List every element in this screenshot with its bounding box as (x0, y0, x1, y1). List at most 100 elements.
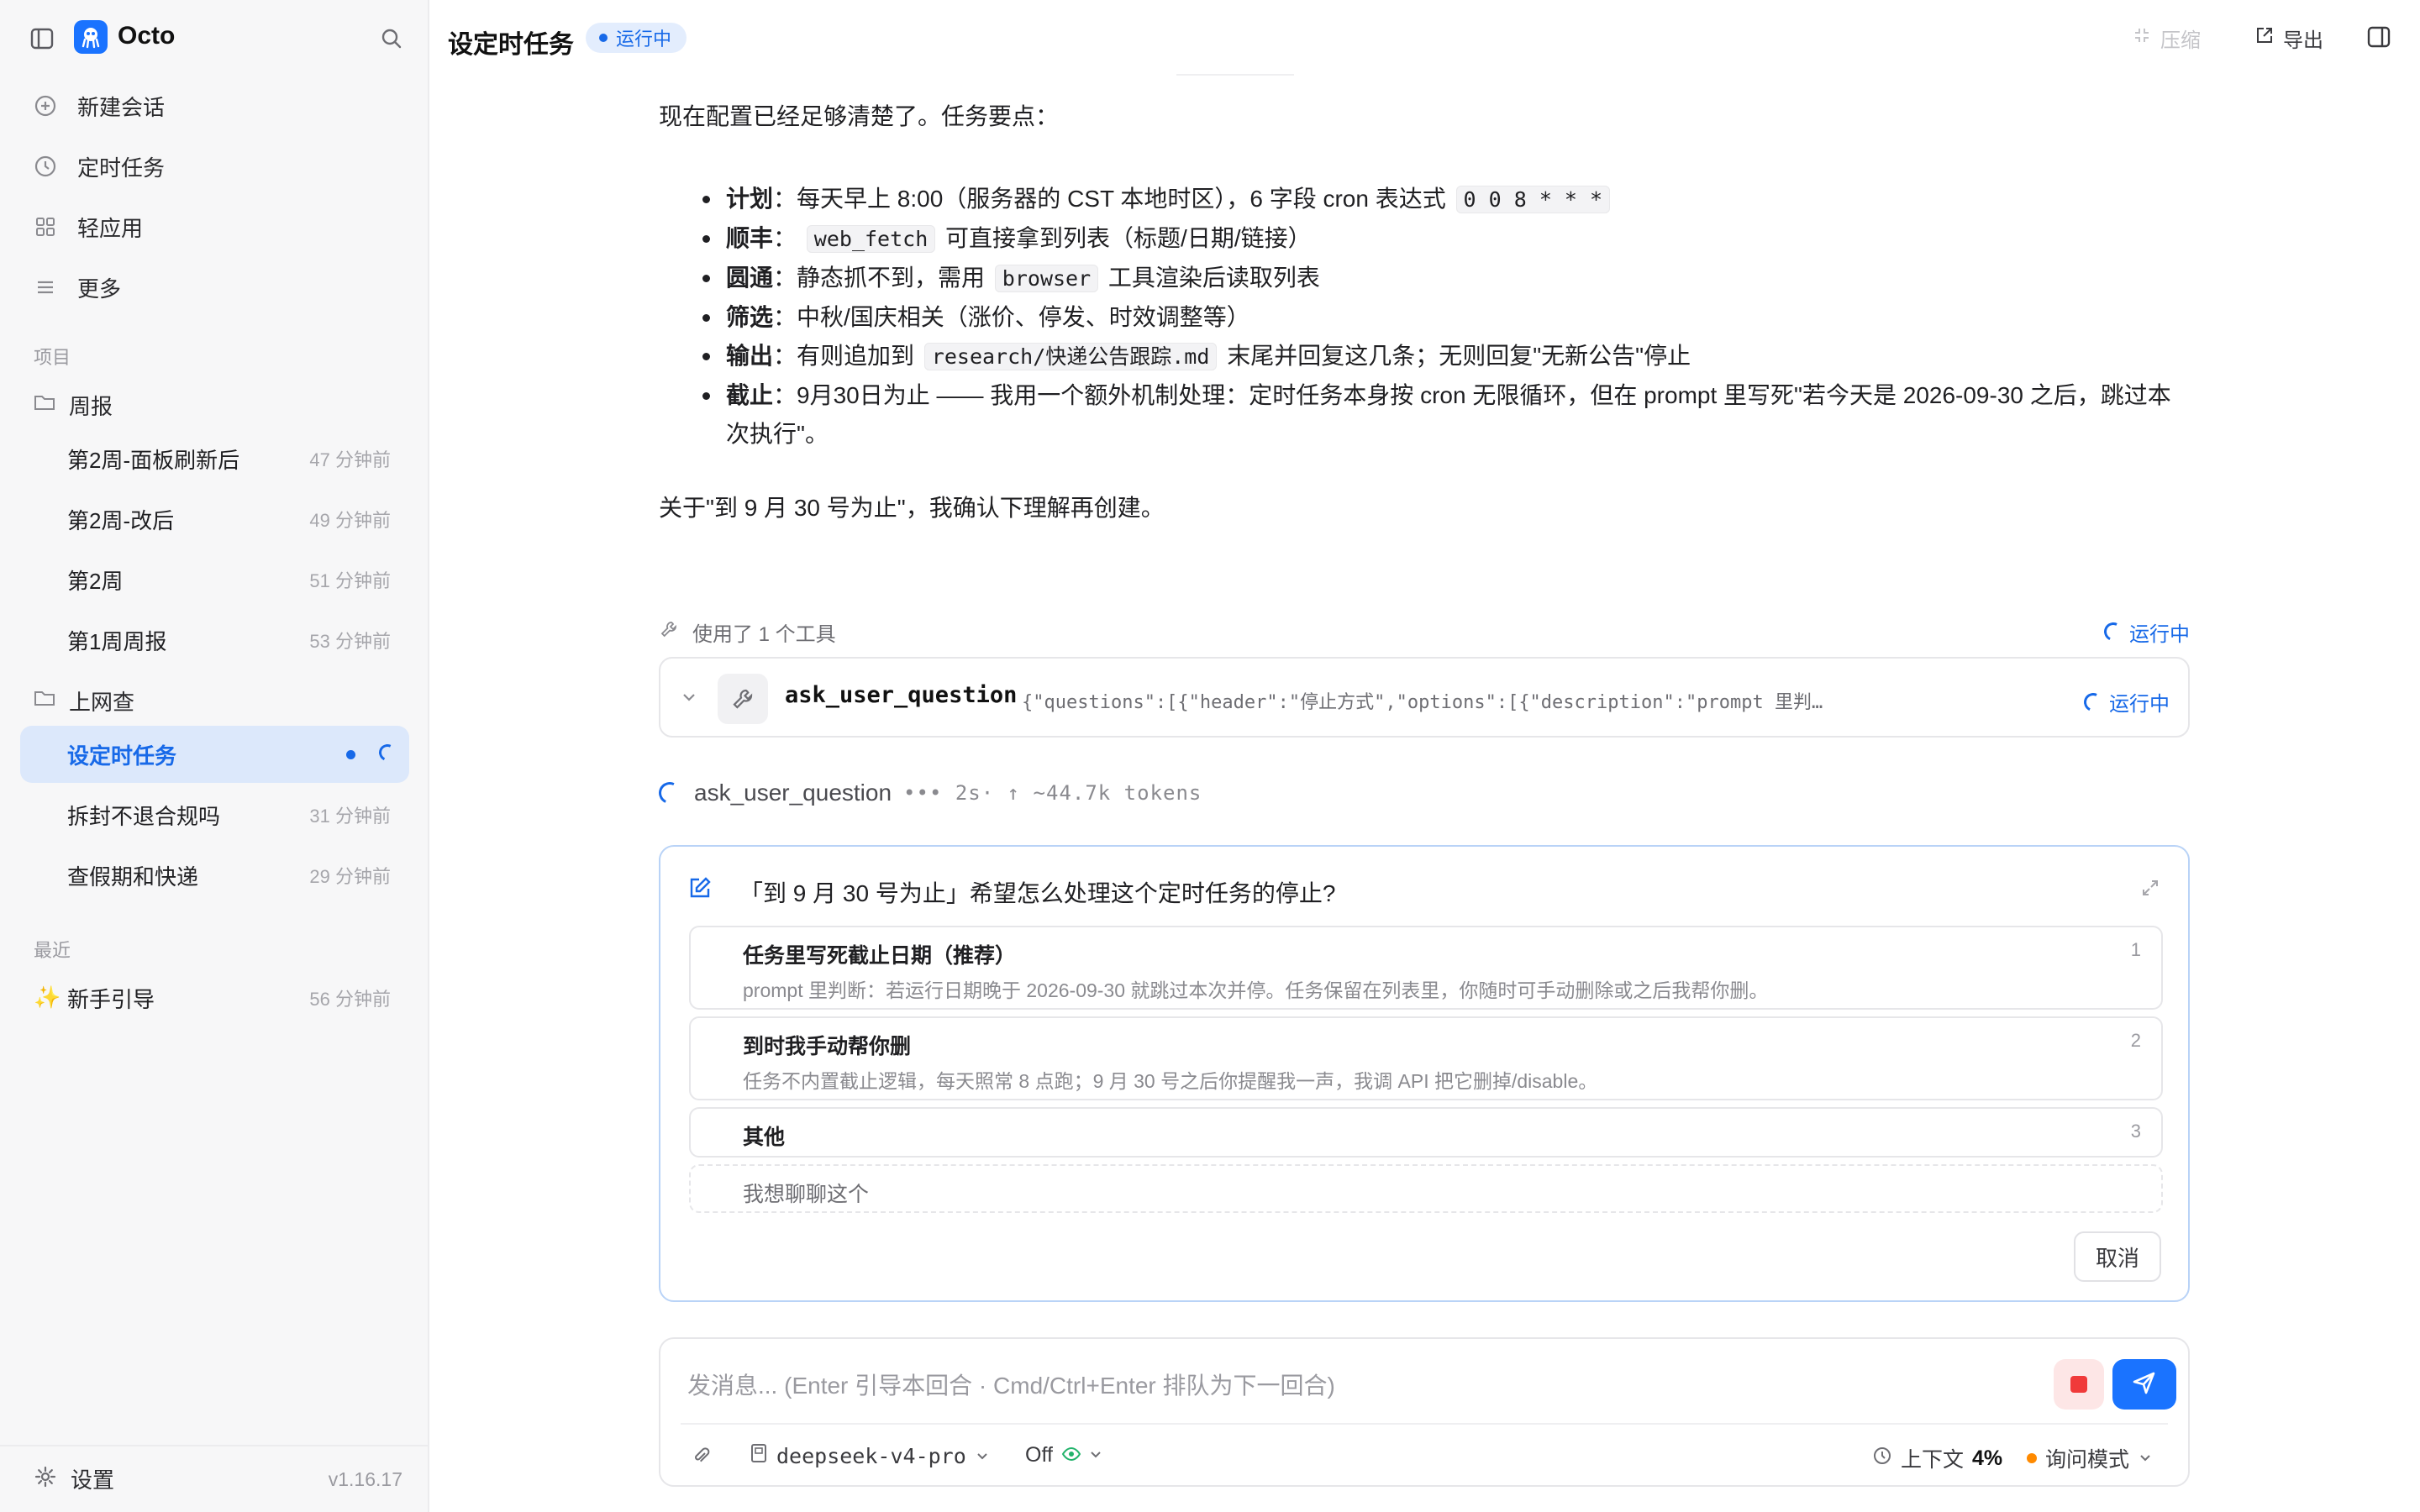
option-label: 其他 (743, 1126, 786, 1149)
option-label: 我想聊聊这个 (743, 1183, 870, 1206)
progress-tool-name: ask_user_question (694, 780, 892, 806)
bullet-text: ：9月30日为止 —— 我用一个额外机制处理：定时任务本身按 cron 无限循环… (773, 382, 2171, 408)
inline-code: 0 0 8 * * * (1455, 186, 1611, 213)
conversation-item[interactable]: ✨ 新手引导 56 分钟前 (20, 969, 409, 1026)
settings-button[interactable]: 设置 (34, 1463, 114, 1494)
nav-more[interactable]: 更多 (20, 260, 409, 314)
paperclip-icon (691, 1446, 711, 1473)
cancel-button[interactable]: 取消 (2074, 1231, 2161, 1282)
tools-used-row[interactable]: 使用了 1 个工具 运行中 (659, 617, 2190, 647)
conversation-item[interactable]: 第2周 51 分钟前 (20, 551, 409, 608)
send-button[interactable] (2112, 1359, 2176, 1410)
conversation-title: 查假期和快递 (67, 864, 199, 890)
mode-dot (2027, 1453, 2037, 1463)
inline-code: browser (994, 265, 1099, 292)
tools-used-label: 使用了 1 个工具 (692, 622, 836, 646)
chevron-down-icon[interactable] (679, 687, 699, 711)
model-name: deepseek-v4-pro (776, 1443, 966, 1468)
compress-button[interactable]: 压缩 (2132, 24, 2201, 53)
group-title: 上网查 (69, 690, 135, 715)
bullet-item: 计划：每天早上 8:00（服务器的 CST 本地时区），6 字段 cron 表达… (702, 180, 2196, 219)
folder-icon (34, 688, 55, 714)
running-text: 运行中 (2129, 622, 2190, 646)
bullet-text: 末尾并回复这几条；无则回复"无新公告"停止 (1220, 343, 1691, 369)
bullet-key: 圆通 (726, 265, 774, 291)
bullet-key: 筛选 (726, 304, 774, 330)
conversation-title: 第2周-改后 (67, 507, 175, 533)
conversation-item[interactable]: 第2周-改后 49 分钟前 (20, 491, 409, 548)
sidebar-header: Octo (0, 0, 429, 76)
project-group-weekly[interactable]: 周报 (34, 390, 113, 421)
tool-running-status: 运行中 (2081, 687, 2170, 717)
conversation-title: 第2周-面板刷新后 (67, 447, 240, 473)
conversation-title: 第1周周报 (67, 628, 167, 654)
nav-light-apps[interactable]: 轻应用 (20, 200, 409, 254)
conversation-time: 49 分钟前 (309, 510, 391, 531)
projects-label: 项目 (34, 347, 71, 368)
page-title: 设定时任务 (448, 31, 574, 59)
bullet-text: ：有则追加到 (773, 343, 921, 369)
chat-about-option[interactable]: 我想聊聊这个 (689, 1164, 2163, 1213)
version-label: v1.16.17 (328, 1468, 402, 1490)
bullet-key: 输出 (726, 343, 774, 369)
conversation-time: 56 分钟前 (309, 989, 391, 1010)
search-icon[interactable] (376, 24, 407, 54)
bullet-text: ： (773, 225, 803, 251)
conversation-time: 31 分钟前 (309, 806, 391, 827)
conversation-title: 设定时任务 (67, 743, 177, 769)
stop-button[interactable] (2054, 1359, 2104, 1410)
question-option[interactable]: 其他 3 (689, 1107, 2163, 1158)
model-selector[interactable]: deepseek-v4-pro (750, 1443, 990, 1468)
conversation-time: 47 分钟前 (309, 449, 391, 470)
project-group-web-search[interactable]: 上网查 (34, 685, 134, 717)
loading-spinner-icon (376, 742, 398, 764)
status-badge: 运行中 (586, 23, 687, 53)
toggle-sidebar-icon[interactable] (27, 24, 57, 54)
attach-button[interactable] (691, 1446, 711, 1473)
chevron-down-icon (975, 1444, 990, 1468)
option-label: 到时我手动帮你删 (743, 1035, 912, 1058)
question-option[interactable]: 到时我手动帮你删 任务不内置截止逻辑，每天照常 8 点跑；9 月 30 号之后你… (689, 1016, 2163, 1100)
tools-running-status: 运行中 (2101, 617, 2190, 647)
toggle-label: Off (1025, 1443, 1053, 1467)
eye-icon (1061, 1443, 1081, 1467)
sidebar: Octo 新建会话 定时任务 轻应用 更多 项目 周报 第2周-面板刷新后 47… (0, 0, 429, 1512)
status-dot (599, 34, 608, 42)
conversation-item[interactable]: 第2周-面板刷新后 47 分钟前 (20, 430, 409, 487)
question-option[interactable]: 任务里写死截止日期（推荐） prompt 里判断：若运行日期晚于 2026-09… (689, 926, 2163, 1010)
bullet-item: 截止：9月30日为止 —— 我用一个额外机制处理：定时任务本身按 cron 无限… (702, 376, 2196, 454)
conversation-item[interactable]: 拆封不退合规吗 31 分钟前 (20, 786, 409, 843)
recent-label: 最近 (34, 940, 71, 961)
app-name: Octo (118, 22, 176, 50)
expand-icon[interactable] (2141, 879, 2160, 901)
conversation-time: 53 分钟前 (309, 631, 391, 652)
conversation-item[interactable]: 第1周周报 53 分钟前 (20, 612, 409, 669)
conversation-item[interactable]: 查假期和快递 29 分钟前 (20, 847, 409, 904)
message-input[interactable]: 发消息... (Enter 引导本回合 · Cmd/Ctrl+Enter 排队为… (687, 1368, 1335, 1401)
conversation-title: 新手引导 (67, 986, 155, 1012)
toggle-panel-icon[interactable] (2364, 22, 2394, 52)
message-intro: 现在配置已经足够清楚了。任务要点： (659, 103, 1060, 129)
tool-call-card[interactable]: ask_user_question {"questions":[{"header… (659, 657, 2190, 738)
group-title: 周报 (69, 394, 113, 419)
status-text: 运行中 (616, 29, 672, 50)
loading-spinner-icon (655, 779, 684, 807)
sparkle-icon: ✨ (34, 984, 61, 1010)
settings-label: 设置 (71, 1467, 115, 1493)
mode-label: 询问模式 (2045, 1448, 2130, 1472)
visibility-toggle[interactable]: Off (1025, 1443, 1103, 1467)
export-label: 导出 (2283, 29, 2323, 52)
sidebar-footer: 设置 v1.16.17 (0, 1445, 429, 1512)
bullet-item: 顺丰： web_fetch 可直接拿到列表（标题/日期/链接） (702, 219, 2196, 259)
bullet-item: 输出：有则追加到 research/快递公告跟踪.md 末尾并回复这几条；无则回… (702, 337, 2196, 376)
plus-circle-icon (20, 94, 71, 118)
export-button[interactable]: 导出 (2254, 24, 2323, 53)
nav-new-chat[interactable]: 新建会话 (20, 79, 409, 133)
top-bar: 设定时任务 运行中 压缩 导出 (431, 0, 2420, 76)
grid-icon (20, 215, 71, 239)
conversation-item-active[interactable]: 设定时任务 (20, 726, 409, 783)
option-label: 任务里写死截止日期（推荐） (743, 944, 1017, 968)
question-text: 「到 9 月 30 号为止」希望怎么处理这个定时任务的停止? (739, 880, 1336, 906)
nav-scheduled-tasks[interactable]: 定时任务 (20, 139, 409, 193)
mode-selector[interactable]: 询问模式 (2027, 1443, 2153, 1473)
